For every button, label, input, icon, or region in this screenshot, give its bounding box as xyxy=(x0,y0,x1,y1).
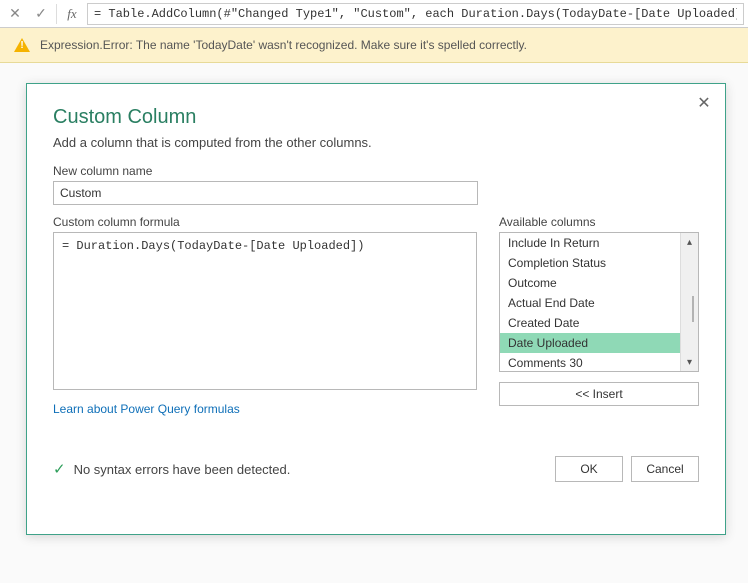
scroll-thumb[interactable] xyxy=(692,296,694,322)
list-item[interactable]: Outcome xyxy=(500,273,680,293)
separator xyxy=(56,4,57,24)
list-item[interactable]: Comments 30 xyxy=(500,353,680,372)
fx-icon[interactable]: fx xyxy=(61,3,83,25)
learn-link[interactable]: Learn about Power Query formulas xyxy=(53,402,477,416)
cancel-button[interactable]: Cancel xyxy=(631,456,699,482)
formula-accept-icon[interactable]: ✓ xyxy=(30,3,52,25)
scroll-down-icon[interactable]: ▾ xyxy=(681,353,698,371)
new-column-input[interactable] xyxy=(53,181,478,205)
formula-input[interactable] xyxy=(87,3,744,25)
formula-textarea[interactable]: = Duration.Days(TodayDate-[Date Uploaded… xyxy=(53,232,477,390)
list-item[interactable]: Include In Return xyxy=(500,233,680,253)
new-column-label: New column name xyxy=(53,164,699,178)
formula-label: Custom column formula xyxy=(53,215,477,229)
insert-button[interactable]: << Insert xyxy=(499,382,699,406)
available-columns-list[interactable]: Include In ReturnCompletion StatusOutcom… xyxy=(499,232,699,372)
available-columns-label: Available columns xyxy=(499,215,699,229)
list-item[interactable]: Created Date xyxy=(500,313,680,333)
formula-bar: ✕ ✓ fx xyxy=(0,0,748,28)
scrollbar[interactable]: ▴ ▾ xyxy=(680,233,698,371)
close-icon[interactable]: ✕ xyxy=(695,94,713,112)
check-icon: ✓ xyxy=(53,460,66,478)
error-banner: Expression.Error: The name 'TodayDate' w… xyxy=(0,28,748,63)
dialog-subtitle: Add a column that is computed from the o… xyxy=(53,135,699,150)
status-text: No syntax errors have been detected. xyxy=(74,462,547,477)
warning-icon xyxy=(14,38,30,52)
ok-button[interactable]: OK xyxy=(555,456,623,482)
list-item[interactable]: Date Uploaded xyxy=(500,333,680,353)
error-text: Expression.Error: The name 'TodayDate' w… xyxy=(40,38,527,52)
dialog-title: Custom Column xyxy=(53,106,699,129)
list-item[interactable]: Actual End Date xyxy=(500,293,680,313)
scroll-up-icon[interactable]: ▴ xyxy=(681,233,698,251)
list-item[interactable]: Completion Status xyxy=(500,253,680,273)
custom-column-dialog: ✕ Custom Column Add a column that is com… xyxy=(26,83,726,535)
formula-cancel-icon[interactable]: ✕ xyxy=(4,3,26,25)
